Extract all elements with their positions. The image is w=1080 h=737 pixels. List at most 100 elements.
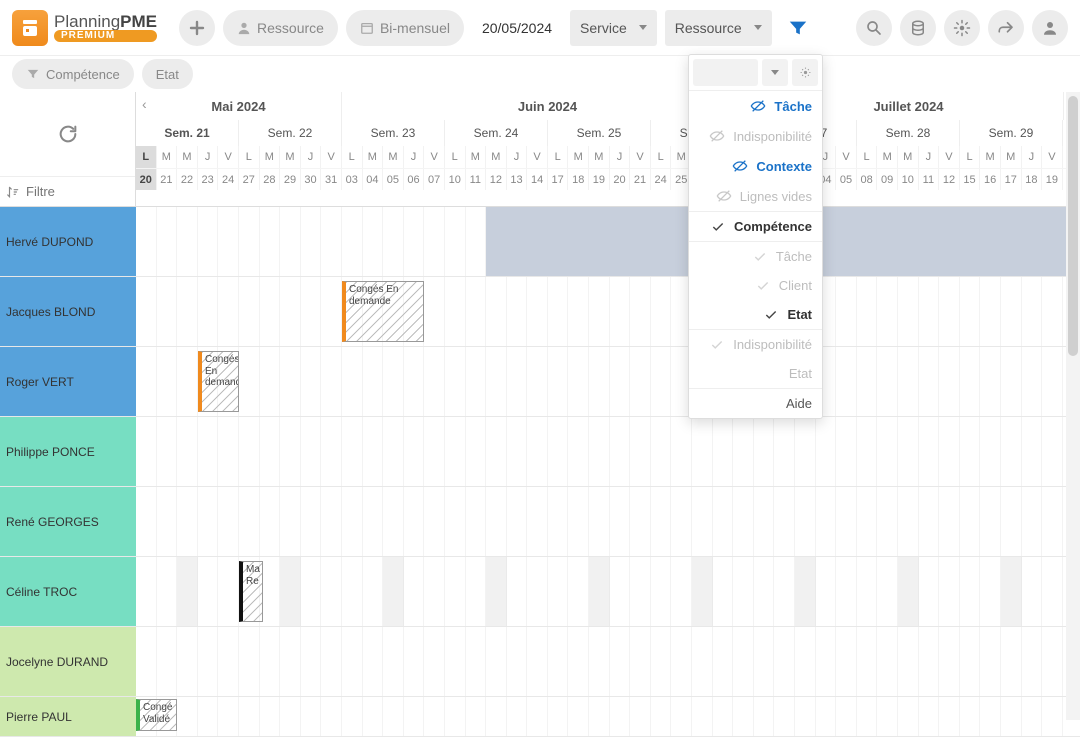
service-select[interactable]: Service — [570, 10, 657, 46]
timeline-row[interactable] — [136, 487, 1080, 557]
ressource-select[interactable]: Ressource — [665, 10, 772, 46]
resource-row[interactable]: Pierre PAUL — [0, 697, 136, 737]
panel-item-tache[interactable]: Tâche — [689, 91, 822, 121]
day-label: L — [342, 146, 363, 168]
panel-item-indispo2[interactable]: Indisponibilité — [689, 329, 822, 359]
day-label: M — [568, 146, 589, 168]
day-label: M — [486, 146, 507, 168]
date-field[interactable]: 20/05/2024 — [472, 10, 562, 46]
add-button[interactable] — [179, 10, 215, 46]
day-label: M — [280, 146, 301, 168]
grid: Hervé DUPONDJacques BLONDRoger VERTPhili… — [0, 207, 1080, 737]
day-label: M — [1001, 146, 1022, 168]
day-number: 28 — [260, 169, 281, 190]
day-number: 21 — [157, 169, 178, 190]
day-label: M — [157, 146, 178, 168]
filter-button[interactable] — [780, 10, 816, 46]
panel-item-indispo[interactable]: Indisponibilité — [689, 121, 822, 151]
filter-input[interactable] — [26, 184, 106, 199]
panel-item-client[interactable]: Client — [689, 271, 822, 300]
task-block[interactable]: Ma Re — [239, 561, 263, 622]
data-button[interactable] — [900, 10, 936, 46]
panel-search[interactable] — [693, 59, 758, 86]
task-block[interactable]: Congés En demande — [342, 281, 424, 342]
day-label: M — [898, 146, 919, 168]
panel-item-competence[interactable]: Compétence — [689, 211, 822, 241]
task-block[interactable]: Congé Validé — [136, 699, 177, 731]
premium-badge: PREMIUM — [54, 30, 157, 42]
resource-row[interactable]: Jocelyne DURAND — [0, 627, 136, 697]
share-button[interactable] — [988, 10, 1024, 46]
day-number: 11 — [919, 169, 940, 190]
day-label: J — [610, 146, 631, 168]
refresh-button[interactable] — [0, 92, 135, 176]
prev-month-button[interactable]: ‹ — [142, 96, 147, 112]
timeline[interactable]: Congés En demande Congés En demande Ma R… — [136, 207, 1080, 737]
day-label: M — [383, 146, 404, 168]
panel-item-aide[interactable]: Aide — [689, 388, 822, 418]
day-number: 10 — [445, 169, 466, 190]
resource-row[interactable]: Philippe PONCE — [0, 417, 136, 487]
resource-row[interactable]: Jacques BLOND — [0, 277, 136, 347]
day-number: 17 — [1001, 169, 1022, 190]
day-number: 20 — [136, 169, 157, 190]
logo-icon — [12, 10, 48, 46]
resource-row[interactable]: Hervé DUPOND — [0, 207, 136, 277]
calendar-header: ‹ Mai 2024 Juin 2024 Juillet 2024 › Sem.… — [0, 92, 1080, 207]
sub-toolbar: Compétence Etat — [0, 56, 1080, 92]
panel-item-tache2[interactable]: Tâche — [689, 241, 822, 271]
timeline-row[interactable]: Congé Validé — [136, 697, 1080, 737]
panel-gear-button[interactable] — [792, 59, 818, 86]
day-label: J — [919, 146, 940, 168]
check-icon — [752, 250, 768, 264]
panel-item-contexte[interactable]: Contexte — [689, 151, 822, 181]
filter-row — [0, 176, 135, 206]
month-label: Mai 2024 — [136, 92, 342, 120]
resource-row[interactable]: René GEORGES — [0, 487, 136, 557]
eye-off-icon — [732, 158, 748, 174]
panel-item-lignes[interactable]: Lignes vides — [689, 181, 822, 211]
bimensuel-pill[interactable]: Bi-mensuel — [346, 10, 464, 46]
timeline-row[interactable] — [136, 627, 1080, 697]
scrollbar-thumb[interactable] — [1068, 96, 1078, 356]
timeline-row[interactable]: Congés En demande — [136, 347, 1080, 417]
panel-dropdown-button[interactable] — [762, 59, 788, 86]
etat-chip[interactable]: Etat — [142, 59, 193, 89]
ressource-pill[interactable]: Ressource — [223, 10, 338, 46]
week-label: Sem. 29 — [960, 120, 1063, 146]
main-toolbar: PlanningPME PREMIUM Ressource Bi-mensuel… — [0, 0, 1080, 56]
resource-row[interactable]: Roger VERT — [0, 347, 136, 417]
day-number: 23 — [198, 169, 219, 190]
timeline-row[interactable] — [136, 417, 1080, 487]
sort-icon[interactable] — [6, 185, 20, 199]
resource-row[interactable]: Céline TROC — [0, 557, 136, 627]
account-button[interactable] — [1032, 10, 1068, 46]
search-button[interactable] — [856, 10, 892, 46]
day-label: M — [466, 146, 487, 168]
timeline-row[interactable] — [136, 207, 1080, 277]
day-number: 24 — [651, 169, 672, 190]
week-label: Sem. 22 — [239, 120, 342, 146]
panel-item-etat[interactable]: Etat — [689, 300, 822, 329]
day-label: L — [857, 146, 878, 168]
days-row: LMMJVLMMJVLMMJVLMMJVLMMJVLMMJVLMMJVLMMJV… — [136, 146, 1080, 168]
week-label: Sem. 21 — [136, 120, 239, 146]
day-number: 31 — [321, 169, 342, 190]
vertical-scrollbar[interactable] — [1066, 92, 1080, 720]
day-number: 17 — [548, 169, 569, 190]
calendar-icon — [360, 21, 374, 35]
timeline-row[interactable]: Congés En demande — [136, 277, 1080, 347]
timeline-row[interactable]: Ma Re — [136, 557, 1080, 627]
settings-button[interactable] — [944, 10, 980, 46]
check-icon — [755, 279, 771, 293]
week-label: Sem. 25 — [548, 120, 651, 146]
day-number: 20 — [610, 169, 631, 190]
eye-off-icon — [709, 128, 725, 144]
day-label: V — [939, 146, 960, 168]
competence-chip[interactable]: Compétence — [12, 59, 134, 89]
months-row: ‹ Mai 2024 Juin 2024 Juillet 2024 › — [136, 92, 1080, 120]
panel-item-etat2[interactable]: Etat — [689, 359, 822, 388]
task-block[interactable]: Congés En demande — [198, 351, 239, 412]
day-label: V — [424, 146, 445, 168]
day-number: 13 — [507, 169, 528, 190]
